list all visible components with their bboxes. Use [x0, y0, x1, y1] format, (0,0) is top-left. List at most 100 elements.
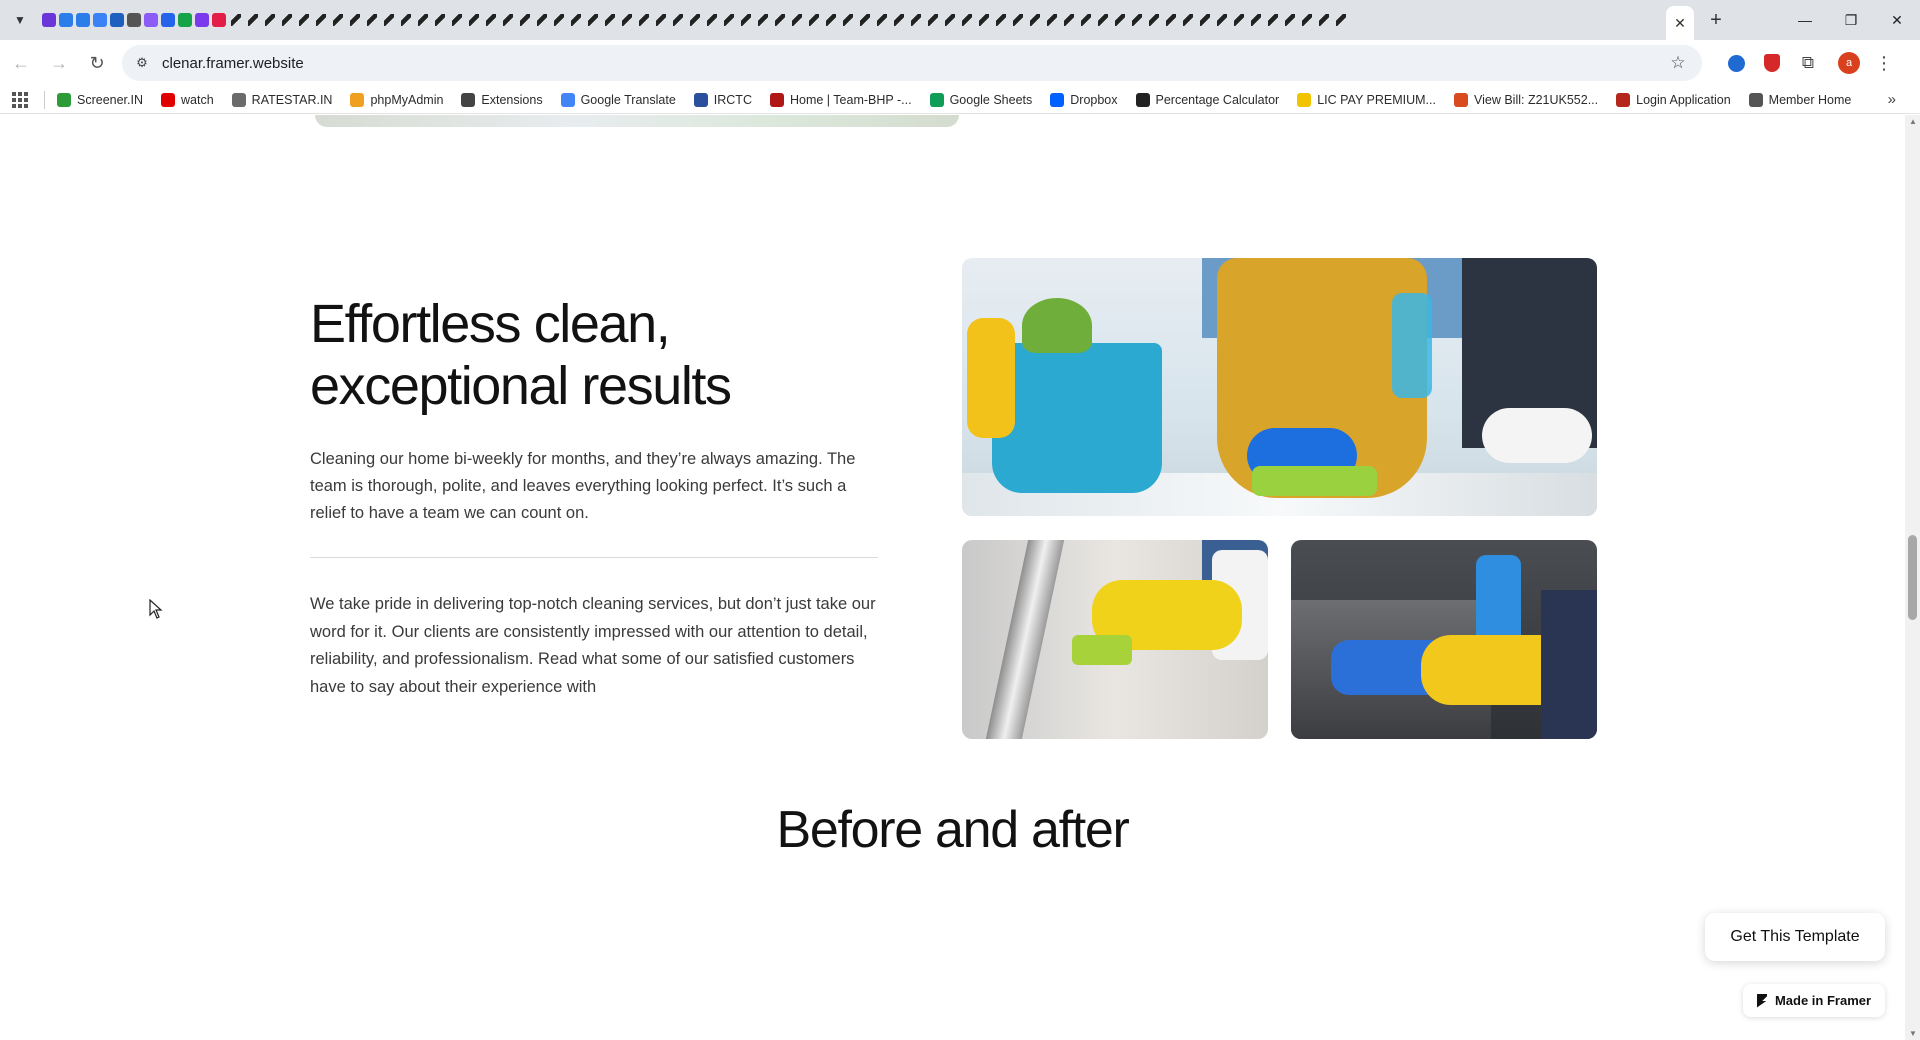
framer-tab-favicon-icon[interactable] — [1028, 13, 1042, 27]
pinned-tab-favicon-icon[interactable] — [161, 13, 175, 27]
address-bar[interactable]: ⚙ clenar.framer.website ☆ — [122, 45, 1702, 81]
pinned-tab-favicon-icon[interactable] — [195, 13, 209, 27]
page-scrollbar[interactable]: ▲ ▼ — [1905, 115, 1920, 1040]
pinned-tab-favicon-icon[interactable] — [76, 13, 90, 27]
bookmark-item[interactable]: phpMyAdmin — [350, 92, 443, 107]
back-arrow-icon[interactable]: ← — [4, 46, 38, 80]
framer-tab-favicon-icon[interactable] — [1283, 13, 1297, 27]
framer-tab-favicon-icon[interactable] — [552, 13, 566, 27]
framer-tab-favicon-icon[interactable] — [365, 13, 379, 27]
framer-tab-favicon-icon[interactable] — [416, 13, 430, 27]
framer-tab-favicon-icon[interactable] — [705, 13, 719, 27]
framer-tab-favicon-icon[interactable] — [518, 13, 532, 27]
more-bookmarks-chevron-icon[interactable]: » — [1888, 91, 1896, 108]
framer-tab-favicon-icon[interactable] — [1300, 13, 1314, 27]
framer-tab-favicon-icon[interactable] — [926, 13, 940, 27]
active-tab-close-icon[interactable]: ✕ — [1666, 6, 1694, 40]
bookmark-item[interactable]: View Bill: Z21UK552... — [1453, 92, 1598, 107]
framer-tab-favicon-icon[interactable] — [671, 13, 685, 27]
framer-tab-favicon-icon[interactable] — [484, 13, 498, 27]
framer-tab-favicon-icon[interactable] — [331, 13, 345, 27]
site-info-icon[interactable]: ⚙ — [128, 49, 156, 77]
framer-tab-favicon-icon[interactable] — [1164, 13, 1178, 27]
framer-tab-favicon-icon[interactable] — [450, 13, 464, 27]
framer-tab-favicon-icon[interactable] — [739, 13, 753, 27]
pinned-tab-favicon-icon[interactable] — [178, 13, 192, 27]
scroll-up-arrow-icon[interactable]: ▲ — [1909, 117, 1917, 126]
close-window-icon[interactable]: ✕ — [1874, 0, 1920, 40]
framer-tab-favicon-icon[interactable] — [994, 13, 1008, 27]
framer-tab-favicon-icon[interactable] — [1198, 13, 1212, 27]
framer-tab-favicon-icon[interactable] — [1079, 13, 1093, 27]
bookmark-item[interactable]: Member Home — [1748, 92, 1851, 107]
scrollbar-thumb[interactable] — [1908, 535, 1917, 620]
browser-menu-icon[interactable]: ⋮ — [1872, 49, 1896, 77]
bookmark-item[interactable]: Percentage Calculator — [1135, 92, 1279, 107]
made-in-framer-badge[interactable]: Made in Framer — [1743, 984, 1885, 1017]
pinned-tab-favicon-icon[interactable] — [110, 13, 124, 27]
framer-tab-favicon-icon[interactable] — [824, 13, 838, 27]
framer-tab-favicon-icon[interactable] — [1232, 13, 1246, 27]
framer-tab-favicon-icon[interactable] — [1215, 13, 1229, 27]
framer-tab-favicon-icon[interactable] — [756, 13, 770, 27]
minimize-icon[interactable]: — — [1782, 0, 1828, 40]
bookmark-item[interactable]: Google Sheets — [929, 92, 1032, 107]
framer-tab-favicon-icon[interactable] — [892, 13, 906, 27]
bookmark-item[interactable]: Google Translate — [560, 92, 676, 107]
url-text[interactable]: clenar.framer.website — [162, 55, 304, 72]
framer-tab-favicon-icon[interactable] — [841, 13, 855, 27]
get-template-button[interactable]: Get This Template — [1705, 913, 1885, 961]
pinned-tab-favicon-icon[interactable] — [42, 13, 56, 27]
framer-tab-favicon-icon[interactable] — [1266, 13, 1280, 27]
framer-tab-favicon-icon[interactable] — [637, 13, 651, 27]
framer-tab-favicon-icon[interactable] — [977, 13, 991, 27]
apps-grid-icon[interactable] — [10, 90, 30, 110]
bookmark-item[interactable]: Dropbox — [1050, 92, 1118, 107]
framer-tab-favicon-icon[interactable] — [943, 13, 957, 27]
framer-tab-favicon-icon[interactable] — [1249, 13, 1263, 27]
framer-tab-favicon-icon[interactable] — [1130, 13, 1144, 27]
bookmark-item[interactable]: IRCTC — [693, 92, 752, 107]
tab-search-chevron-icon[interactable]: ▼ — [8, 8, 32, 32]
framer-tab-favicon-icon[interactable] — [399, 13, 413, 27]
pinned-tab-favicon-icon[interactable] — [212, 13, 226, 27]
extension-globe-icon[interactable] — [1722, 49, 1750, 77]
framer-tab-favicon-icon[interactable] — [1317, 13, 1331, 27]
framer-tab-favicon-icon[interactable] — [297, 13, 311, 27]
reload-icon[interactable]: ↻ — [80, 46, 114, 80]
framer-tab-favicon-icon[interactable] — [773, 13, 787, 27]
framer-tab-favicon-icon[interactable] — [1062, 13, 1076, 27]
bookmark-item[interactable]: LIC PAY PREMIUM... — [1297, 92, 1436, 107]
bookmark-item[interactable]: Screener.IN — [57, 92, 143, 107]
framer-tab-favicon-icon[interactable] — [1011, 13, 1025, 27]
bookmark-item[interactable]: Login Application — [1616, 92, 1731, 107]
framer-tab-favicon-icon[interactable] — [246, 13, 260, 27]
restore-icon[interactable]: ❐ — [1828, 0, 1874, 40]
extension-shield-icon[interactable] — [1758, 49, 1786, 77]
framer-tab-favicon-icon[interactable] — [790, 13, 804, 27]
framer-tab-favicon-icon[interactable] — [1096, 13, 1110, 27]
framer-tab-favicon-icon[interactable] — [1045, 13, 1059, 27]
framer-tab-favicon-icon[interactable] — [501, 13, 515, 27]
framer-tab-favicon-icon[interactable] — [875, 13, 889, 27]
bookmark-item[interactable]: Extensions — [461, 92, 543, 107]
bookmark-item[interactable]: Home | Team-BHP -... — [769, 92, 912, 107]
framer-tab-favicon-icon[interactable] — [654, 13, 668, 27]
framer-tab-favicon-icon[interactable] — [382, 13, 396, 27]
framer-tab-favicon-icon[interactable] — [807, 13, 821, 27]
pinned-tab-favicon-icon[interactable] — [93, 13, 107, 27]
new-tab-plus-icon[interactable]: + — [1704, 8, 1728, 32]
framer-tab-favicon-icon[interactable] — [858, 13, 872, 27]
framer-tab-favicon-icon[interactable] — [688, 13, 702, 27]
bookmark-item[interactable]: RATESTAR.IN — [231, 92, 332, 107]
bookmark-star-icon[interactable]: ☆ — [1666, 51, 1690, 75]
framer-tab-favicon-icon[interactable] — [1113, 13, 1127, 27]
pinned-tab-favicon-icon[interactable] — [59, 13, 73, 27]
framer-tab-favicon-icon[interactable] — [909, 13, 923, 27]
framer-tab-favicon-icon[interactable] — [348, 13, 362, 27]
framer-tab-favicon-icon[interactable] — [467, 13, 481, 27]
framer-tab-favicon-icon[interactable] — [314, 13, 328, 27]
framer-tab-favicon-icon[interactable] — [229, 13, 243, 27]
framer-tab-favicon-icon[interactable] — [1181, 13, 1195, 27]
framer-tab-favicon-icon[interactable] — [569, 13, 583, 27]
